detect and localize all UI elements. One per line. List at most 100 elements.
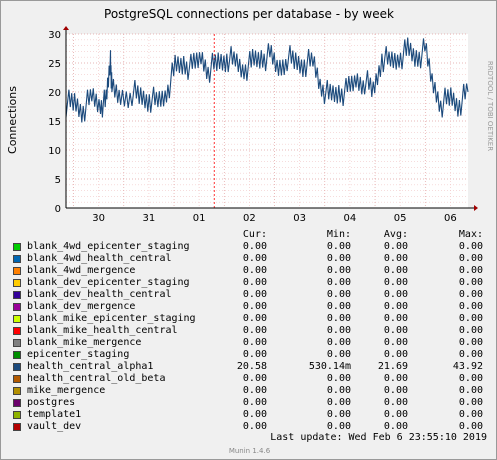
legend-row: blank_4wd_health_central 0.00 0.00 0.00 0.00 xyxy=(13,253,493,265)
legend-max-value: 0.00 xyxy=(458,265,483,276)
legend-min-value: 0.00 xyxy=(326,241,351,252)
legend-row: epicenter_staging 0.00 0.00 0.00 0.00 xyxy=(13,349,493,361)
legend-series-name: blank_dev_mergence xyxy=(27,301,136,312)
legend-avg-value: 0.00 xyxy=(383,349,408,360)
legend-max-value: 0.00 xyxy=(458,337,483,348)
legend-swatch xyxy=(13,267,21,275)
legend-row: health_central_old_beta 0.00 0.00 0.00 0.00 xyxy=(13,373,493,385)
legend-max-value: 0.00 xyxy=(458,313,483,324)
legend-min-value: 0.00 xyxy=(326,253,351,264)
x-tick-label: 02 xyxy=(243,213,256,224)
legend-header: Cur: Min: Avg: Max: xyxy=(13,229,493,241)
y-tick-label: 0 xyxy=(55,204,61,215)
x-tick-label: 05 xyxy=(394,213,407,224)
legend-row: blank_4wd_mergence 0.00 0.00 0.00 0.00 xyxy=(13,265,493,277)
legend-avg-value: 0.00 xyxy=(383,325,408,336)
legend-series-name: blank_mike_epicenter_staging xyxy=(27,313,196,324)
legend-row: blank_dev_epicenter_staging 0.00 0.00 0.00 0… xyxy=(13,277,493,289)
legend-avg-value: 0.00 xyxy=(383,313,408,324)
legend-row: blank_mike_health_central 0.00 0.00 0.00 0.0… xyxy=(13,325,493,337)
legend-cur-value: 0.00 xyxy=(242,349,267,360)
legend-cur-value: 0.00 xyxy=(242,241,267,252)
legend-min-value: 0.00 xyxy=(326,337,351,348)
legend-max-value: 0.00 xyxy=(458,325,483,336)
legend-cur-value: 0.00 xyxy=(242,337,267,348)
legend-series-name: postgres xyxy=(27,397,76,408)
legend-max-value: 0.00 xyxy=(458,397,483,408)
legend-avg-value: 0.00 xyxy=(383,337,408,348)
legend-table: Cur: Min: Avg: Max: blank_4wd_epicenter_… xyxy=(13,229,493,433)
legend-avg-value: 0.00 xyxy=(383,277,408,288)
y-axis-label: Connections xyxy=(6,86,19,154)
legend-series-name: health_central_alpha1 xyxy=(27,361,154,372)
legend-series-name: blank_4wd_mergence xyxy=(27,265,136,276)
x-tick-labels: 30 31 01 02 03 04 05 06 xyxy=(92,213,456,224)
y-tick-label: 30 xyxy=(48,30,61,41)
legend-cur-value: 0.00 xyxy=(242,265,267,276)
y-tick-label: 10 xyxy=(48,146,61,157)
legend-max-value: 0.00 xyxy=(458,385,483,396)
legend-series-name: health_central_old_beta xyxy=(27,373,166,384)
legend-avg-value: 0.00 xyxy=(383,301,408,312)
legend-min-value: 0.00 xyxy=(326,265,351,276)
header-min: Min: xyxy=(326,229,351,240)
legend-series-name: blank_dev_health_central xyxy=(27,289,172,300)
x-tick-label: 03 xyxy=(293,213,306,224)
legend-cur-value: 0.00 xyxy=(242,325,267,336)
y-tick-labels: 0 5 10 15 20 25 30 xyxy=(48,30,61,215)
legend-series-name: blank_mike_health_central xyxy=(27,325,178,336)
legend-row: blank_dev_mergence 0.00 0.00 0.00 0.00 xyxy=(13,301,493,313)
legend-max-value: 0.00 xyxy=(458,277,483,288)
legend-rows: blank_4wd_epicenter_staging 0.00 0.00 0.00 0… xyxy=(13,241,493,433)
header-max: Max: xyxy=(458,229,483,240)
legend-max-value: 43.92 xyxy=(452,361,483,372)
rrdtool-side-label: RRDTOOL / TOBI OETIKER xyxy=(486,61,494,151)
legend-avg-value: 0.00 xyxy=(383,385,408,396)
legend-cur-value: 0.00 xyxy=(242,385,267,396)
legend-min-value: 530.14m xyxy=(308,361,351,372)
legend-row: postgres 0.00 0.00 0.00 0.00 xyxy=(13,397,493,409)
legend-row: blank_dev_health_central 0.00 0.00 0.00 0.00 xyxy=(13,289,493,301)
legend-min-value: 0.00 xyxy=(326,349,351,360)
legend-max-value: 0.00 xyxy=(458,301,483,312)
legend-swatch xyxy=(13,387,21,395)
legend-cur-value: 0.00 xyxy=(242,277,267,288)
legend-swatch xyxy=(13,291,21,299)
legend-swatch xyxy=(13,411,21,419)
legend-cur-value: 0.00 xyxy=(242,289,267,300)
legend-swatch xyxy=(13,243,21,251)
legend-avg-value: 0.00 xyxy=(383,241,408,252)
legend-cur-value: 20.58 xyxy=(236,361,267,372)
header-cur: Cur: xyxy=(242,229,267,240)
legend-series-name: blank_4wd_health_central xyxy=(27,253,172,264)
legend-avg-value: 0.00 xyxy=(383,409,408,420)
legend-row: mike_mergence 0.00 0.00 0.00 0.00 xyxy=(13,385,493,397)
chart-title: PostgreSQL connections per database - by… xyxy=(104,7,394,21)
legend-min-value: 0.00 xyxy=(326,277,351,288)
legend-swatch xyxy=(13,399,21,407)
y-tick-label: 25 xyxy=(48,59,61,70)
legend-swatch xyxy=(13,303,21,311)
legend-row: blank_mike_mergence 0.00 0.00 0.00 0.00 xyxy=(13,337,493,349)
legend-cur-value: 0.00 xyxy=(242,301,267,312)
x-tick-label: 06 xyxy=(444,213,457,224)
legend-max-value: 0.00 xyxy=(458,241,483,252)
x-tick-label: 04 xyxy=(344,213,357,224)
legend-max-value: 0.00 xyxy=(458,373,483,384)
legend-swatch xyxy=(13,279,21,287)
legend-swatch xyxy=(13,423,21,431)
legend-row: health_central_alpha1 20.58 530.14m 21.69 43… xyxy=(13,361,493,373)
y-tick-label: 20 xyxy=(48,88,61,99)
legend-swatch xyxy=(13,327,21,335)
legend-min-value: 0.00 xyxy=(326,325,351,336)
legend-avg-value: 0.00 xyxy=(383,397,408,408)
legend-swatch xyxy=(13,255,21,263)
header-avg: Avg: xyxy=(383,229,408,240)
y-axis-arrow xyxy=(63,26,69,30)
legend-swatch xyxy=(13,351,21,359)
connections-chart: PostgreSQL connections per database - by… xyxy=(6,7,494,224)
legend-cur-value: 0.00 xyxy=(242,409,267,420)
legend-row: blank_4wd_epicenter_staging 0.00 0.00 0.00 0… xyxy=(13,241,493,253)
legend-series-name: blank_mike_mergence xyxy=(27,337,142,348)
legend-avg-value: 21.69 xyxy=(377,361,408,372)
